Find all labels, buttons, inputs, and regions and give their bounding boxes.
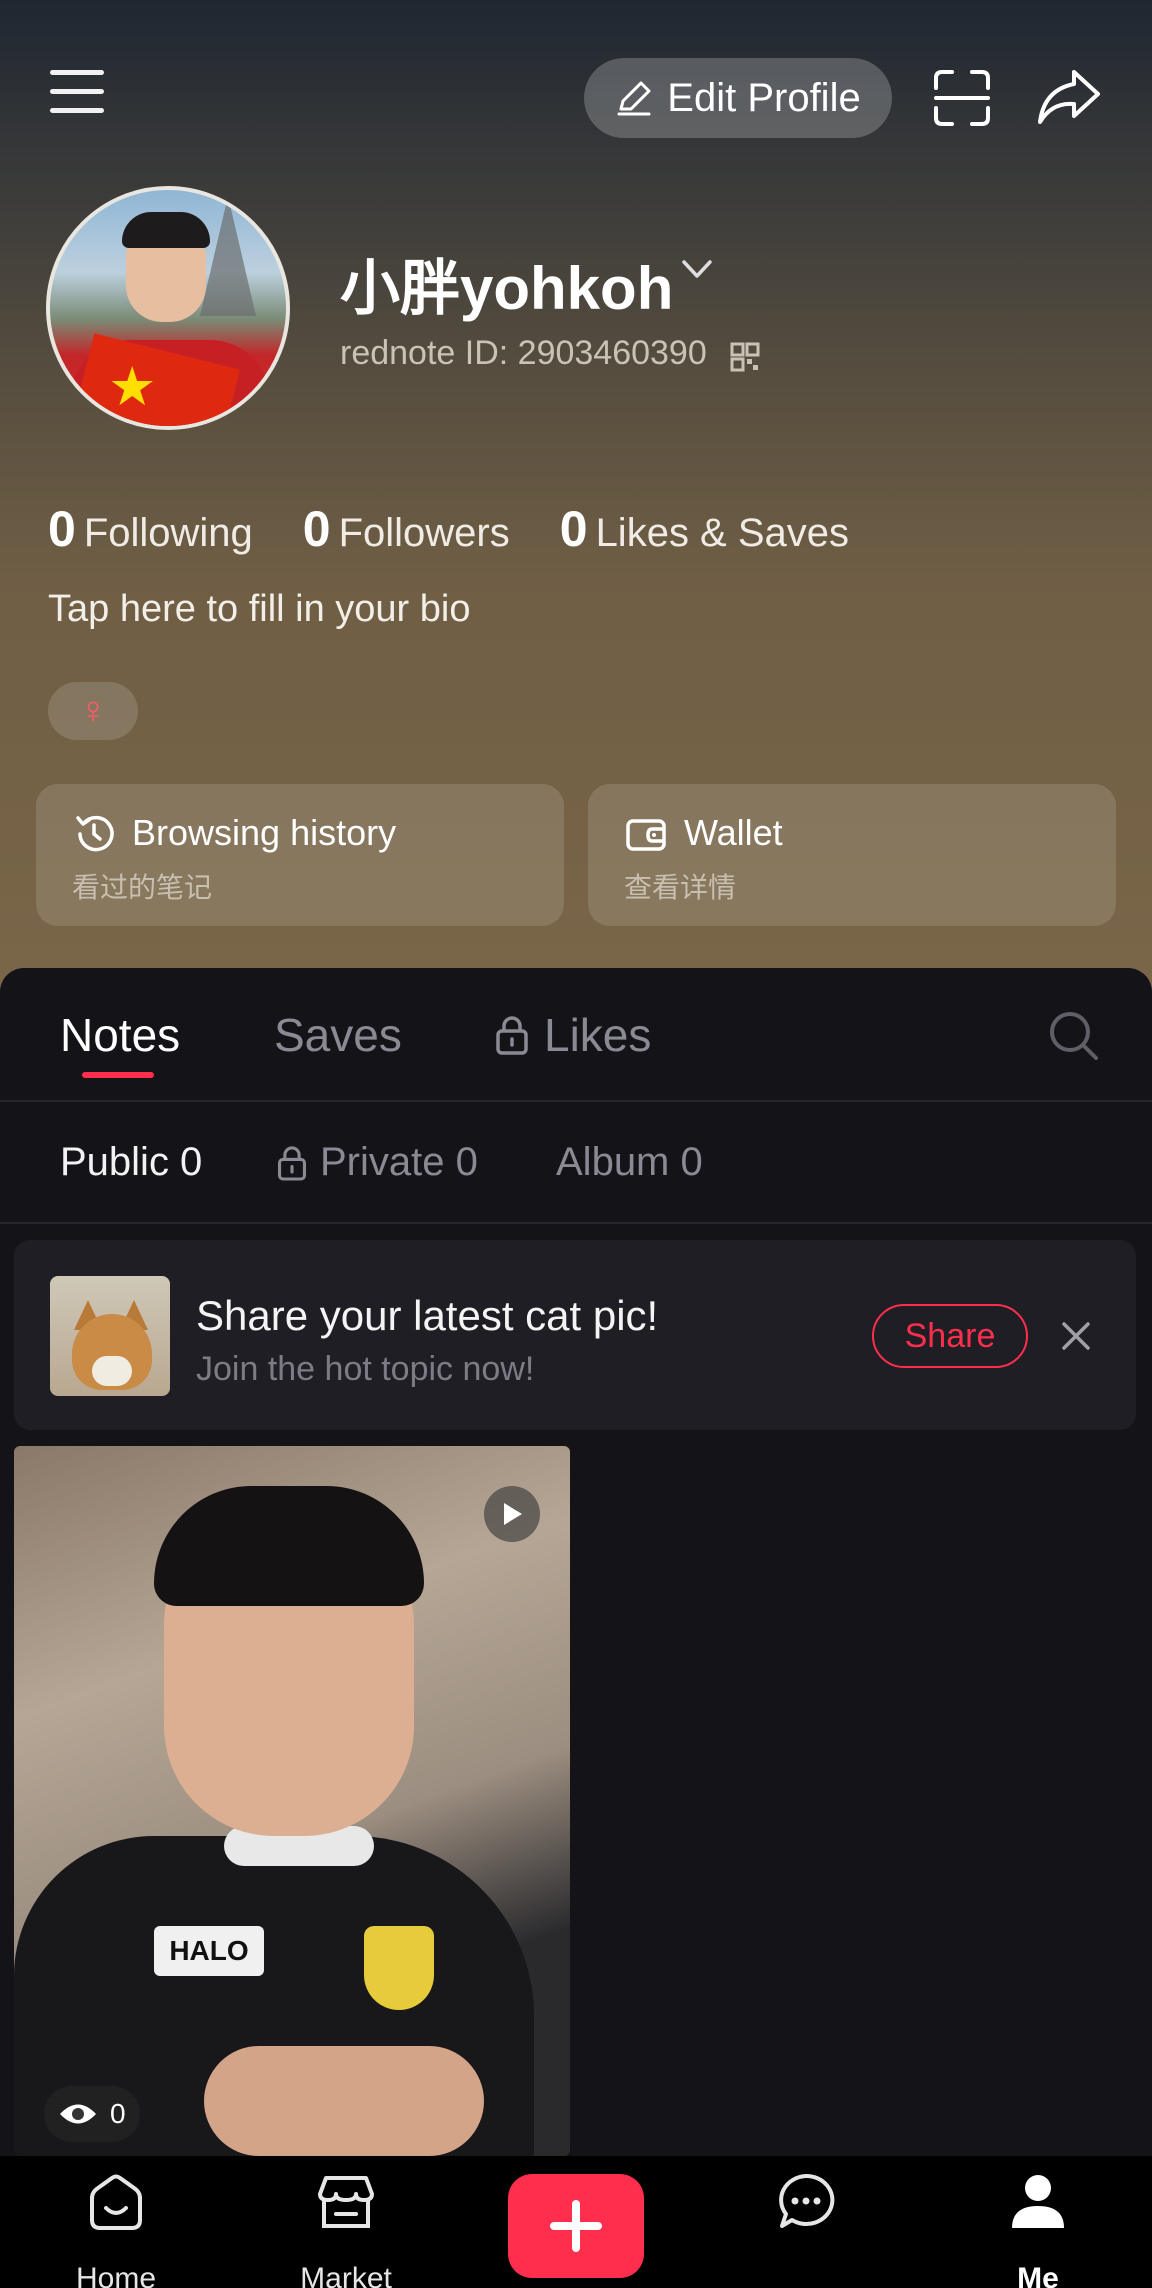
chevron-down-icon[interactable] (680, 258, 714, 282)
qr-code-icon[interactable] (730, 342, 760, 372)
promo-subtitle: Join the hot topic now! (196, 1350, 535, 1388)
promo-title: Share your latest cat pic! (196, 1292, 659, 1339)
following-stat[interactable]: 0 Following (48, 500, 253, 558)
search-icon[interactable] (1046, 1008, 1102, 1064)
close-icon[interactable] (1060, 1320, 1092, 1352)
nav-home-label: Home (75, 2262, 157, 2288)
browsing-history-card[interactable]: Browsing history 看过的笔记 (36, 784, 564, 926)
profile-stats: 0 Following 0 Followers 0 Likes & Saves (48, 500, 849, 558)
wallet-subtitle: 查看详情 (624, 872, 737, 903)
eye-icon (60, 2104, 96, 2124)
promo-banner[interactable]: Share your latest cat pic! Join the hot … (14, 1240, 1136, 1430)
shirt-logo: HALO (154, 1926, 264, 1976)
browsing-history-subtitle: 看过的笔记 (72, 872, 213, 903)
edit-profile-button[interactable]: Edit Profile (584, 58, 892, 138)
rednote-id: rednote ID: 2903460390 (340, 334, 707, 372)
share-icon[interactable] (1036, 66, 1102, 128)
profile-tabs: Notes Saves Likes (0, 968, 1152, 1102)
tab-notes[interactable]: Notes (60, 1008, 180, 1062)
bottom-navigation: Home Market Me (0, 2156, 1152, 2288)
view-count: 0 (44, 2086, 140, 2142)
tab-saves[interactable]: Saves (274, 1008, 402, 1062)
likes-saves-stat[interactable]: 0 Likes & Saves (560, 500, 849, 558)
browsing-history-title: Browsing history (132, 812, 397, 853)
store-icon (318, 2176, 374, 2228)
tab-likes-label: Likes (544, 1009, 652, 1061)
content-panel: Notes Saves Likes Public 0 Private 0 Alb… (0, 968, 1152, 2156)
subtab-album[interactable]: Album 0 (556, 1140, 703, 1185)
active-tab-indicator (82, 1072, 154, 1078)
username[interactable]: 小胖yohkoh (340, 240, 673, 327)
note-card[interactable]: HALO 0 (14, 1446, 570, 2156)
followers-stat[interactable]: 0 Followers (303, 500, 510, 558)
subtab-private-label: Private 0 (320, 1140, 478, 1184)
edit-profile-label: Edit Profile (667, 75, 861, 120)
bio-placeholder[interactable]: Tap here to fill in your bio (48, 588, 470, 631)
play-icon (484, 1486, 540, 1542)
lock-icon (278, 1145, 306, 1181)
wallet-title: Wallet (684, 812, 783, 853)
pencil-icon (617, 81, 651, 116)
wallet-card[interactable]: Wallet 查看详情 (588, 784, 1116, 926)
scan-icon[interactable] (932, 68, 992, 128)
nav-market-label: Market (300, 2262, 392, 2288)
menu-icon[interactable] (50, 70, 110, 120)
nav-me-label: Me (1017, 2262, 1059, 2288)
cat-thumbnail (50, 1276, 170, 1396)
view-count-value: 0 (110, 2098, 126, 2129)
person-icon (1012, 2175, 1064, 2228)
gender-badge: ♀ (48, 682, 138, 740)
subtab-private[interactable]: Private 0 (276, 1140, 478, 1185)
home-icon (90, 2174, 142, 2230)
clock-history-icon (76, 815, 114, 852)
wallet-icon (626, 819, 666, 851)
create-post-button[interactable] (508, 2174, 644, 2278)
share-button[interactable]: Share (872, 1304, 1028, 1368)
subtab-public[interactable]: Public 0 (60, 1140, 202, 1185)
plus-icon (550, 2200, 602, 2252)
tab-likes[interactable]: Likes (494, 1008, 651, 1062)
avatar[interactable]: ★ (46, 186, 290, 430)
lock-icon (496, 1016, 528, 1055)
chat-bubble-icon (779, 2173, 835, 2228)
female-icon: ♀ (78, 689, 108, 732)
notes-subtabs: Public 0 Private 0 Album 0 (0, 1102, 1152, 1224)
